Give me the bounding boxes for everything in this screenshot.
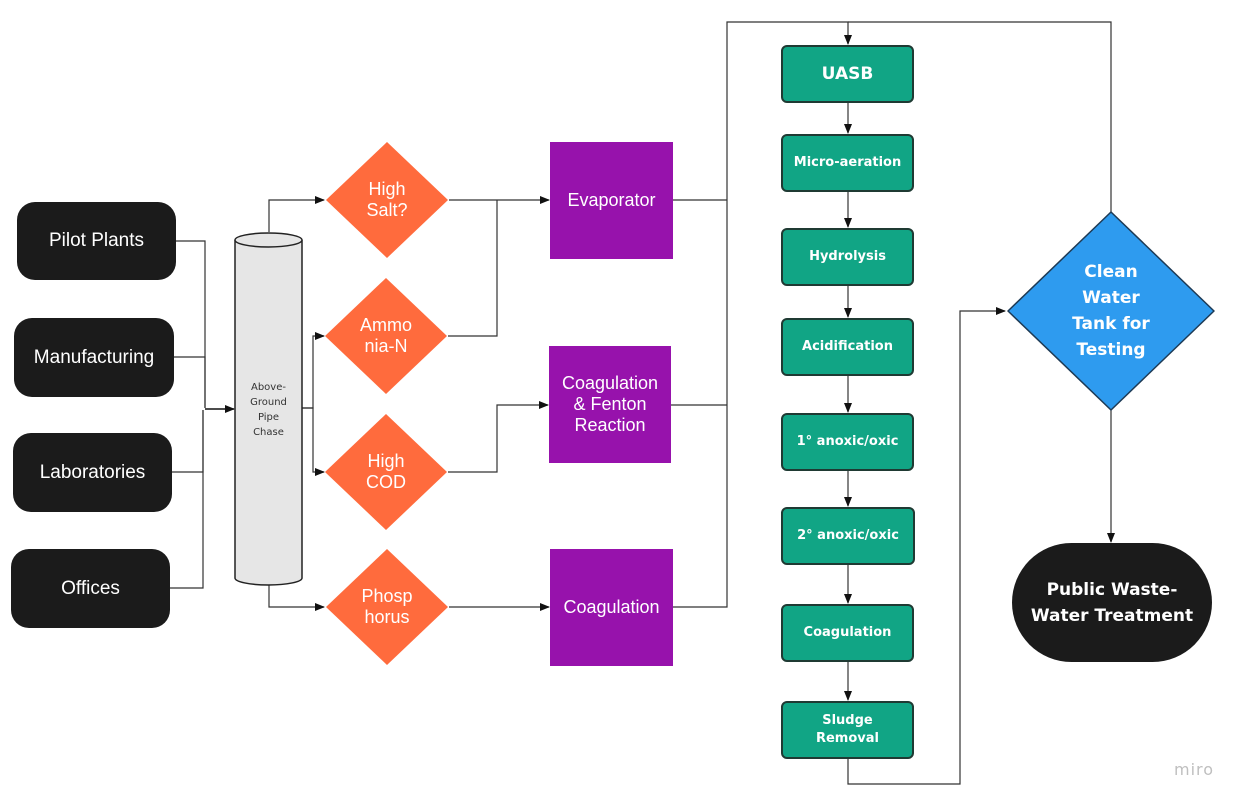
connector-pipe-phosphorus bbox=[268, 585, 325, 611]
source-offices[interactable]: Offices bbox=[11, 549, 170, 628]
pretreatment-coagulation[interactable]: Coagulation bbox=[550, 549, 673, 666]
step-coagulation[interactable]: Coagulation bbox=[781, 604, 914, 662]
decision-ammonia-n[interactable]: Ammo nia-N bbox=[324, 277, 448, 395]
pretreatment-evaporator[interactable]: Evaporator bbox=[550, 142, 673, 259]
source-manufacturing[interactable]: Manufacturing bbox=[14, 318, 174, 397]
clean-tank-label: Clean Water Tank for Testing bbox=[1072, 262, 1150, 360]
decision-high-cod[interactable]: High COD bbox=[324, 413, 448, 531]
connector-manufacturing bbox=[174, 356, 206, 408]
step-micro-aeration[interactable]: Micro-aeration bbox=[781, 134, 914, 192]
connector-pilot-plants bbox=[176, 240, 206, 408]
decision-high-salt[interactable]: High Salt? bbox=[325, 141, 449, 259]
source-pilot-plants[interactable]: Pilot Plants bbox=[17, 202, 176, 280]
step-2-anoxic-oxic[interactable]: 2° anoxic/oxic bbox=[781, 507, 915, 565]
decision-phosphorus[interactable]: Phosp horus bbox=[325, 548, 449, 666]
terminal-public-wastewater-treatment[interactable]: Public Waste- Water Treatment bbox=[1012, 543, 1212, 662]
connector-ammonia-evaporator bbox=[448, 200, 498, 337]
connector-pipe-high-salt bbox=[268, 196, 325, 232]
miro-watermark: miro bbox=[1174, 760, 1215, 779]
flowchart-canvas: Above- Ground Pipe Chase Pilot Plants Ma… bbox=[0, 0, 1242, 804]
connector-pipe-cod bbox=[302, 407, 325, 476]
source-laboratories[interactable]: Laboratories bbox=[13, 433, 172, 512]
connector-pipe-ammonia bbox=[302, 332, 325, 409]
decision-label: Phosp horus bbox=[361, 586, 413, 627]
connector-laboratories bbox=[172, 410, 204, 473]
step-uasb[interactable]: UASB bbox=[781, 45, 914, 103]
pretreatment-coagulation-fenton[interactable]: Coagulation & Fenton Reaction bbox=[549, 346, 671, 463]
pipe-chase-label: Above- Ground Pipe Chase bbox=[250, 382, 287, 438]
decision-label: Ammo nia-N bbox=[359, 315, 412, 356]
step-hydrolysis[interactable]: Hydrolysis bbox=[781, 228, 914, 286]
step-sludge-removal[interactable]: Sludge Removal bbox=[781, 701, 914, 759]
connector-offices bbox=[170, 410, 204, 589]
step-1-anoxic-oxic[interactable]: 1° anoxic/oxic bbox=[781, 413, 914, 471]
step-acidification[interactable]: Acidification bbox=[781, 318, 914, 376]
decision-clean-water-tank[interactable]: Clean Water Tank for Testing bbox=[1006, 210, 1216, 412]
connector-cod-fenton bbox=[448, 401, 549, 473]
decision-label: High Salt? bbox=[366, 179, 408, 220]
decision-label: High COD bbox=[366, 451, 406, 492]
